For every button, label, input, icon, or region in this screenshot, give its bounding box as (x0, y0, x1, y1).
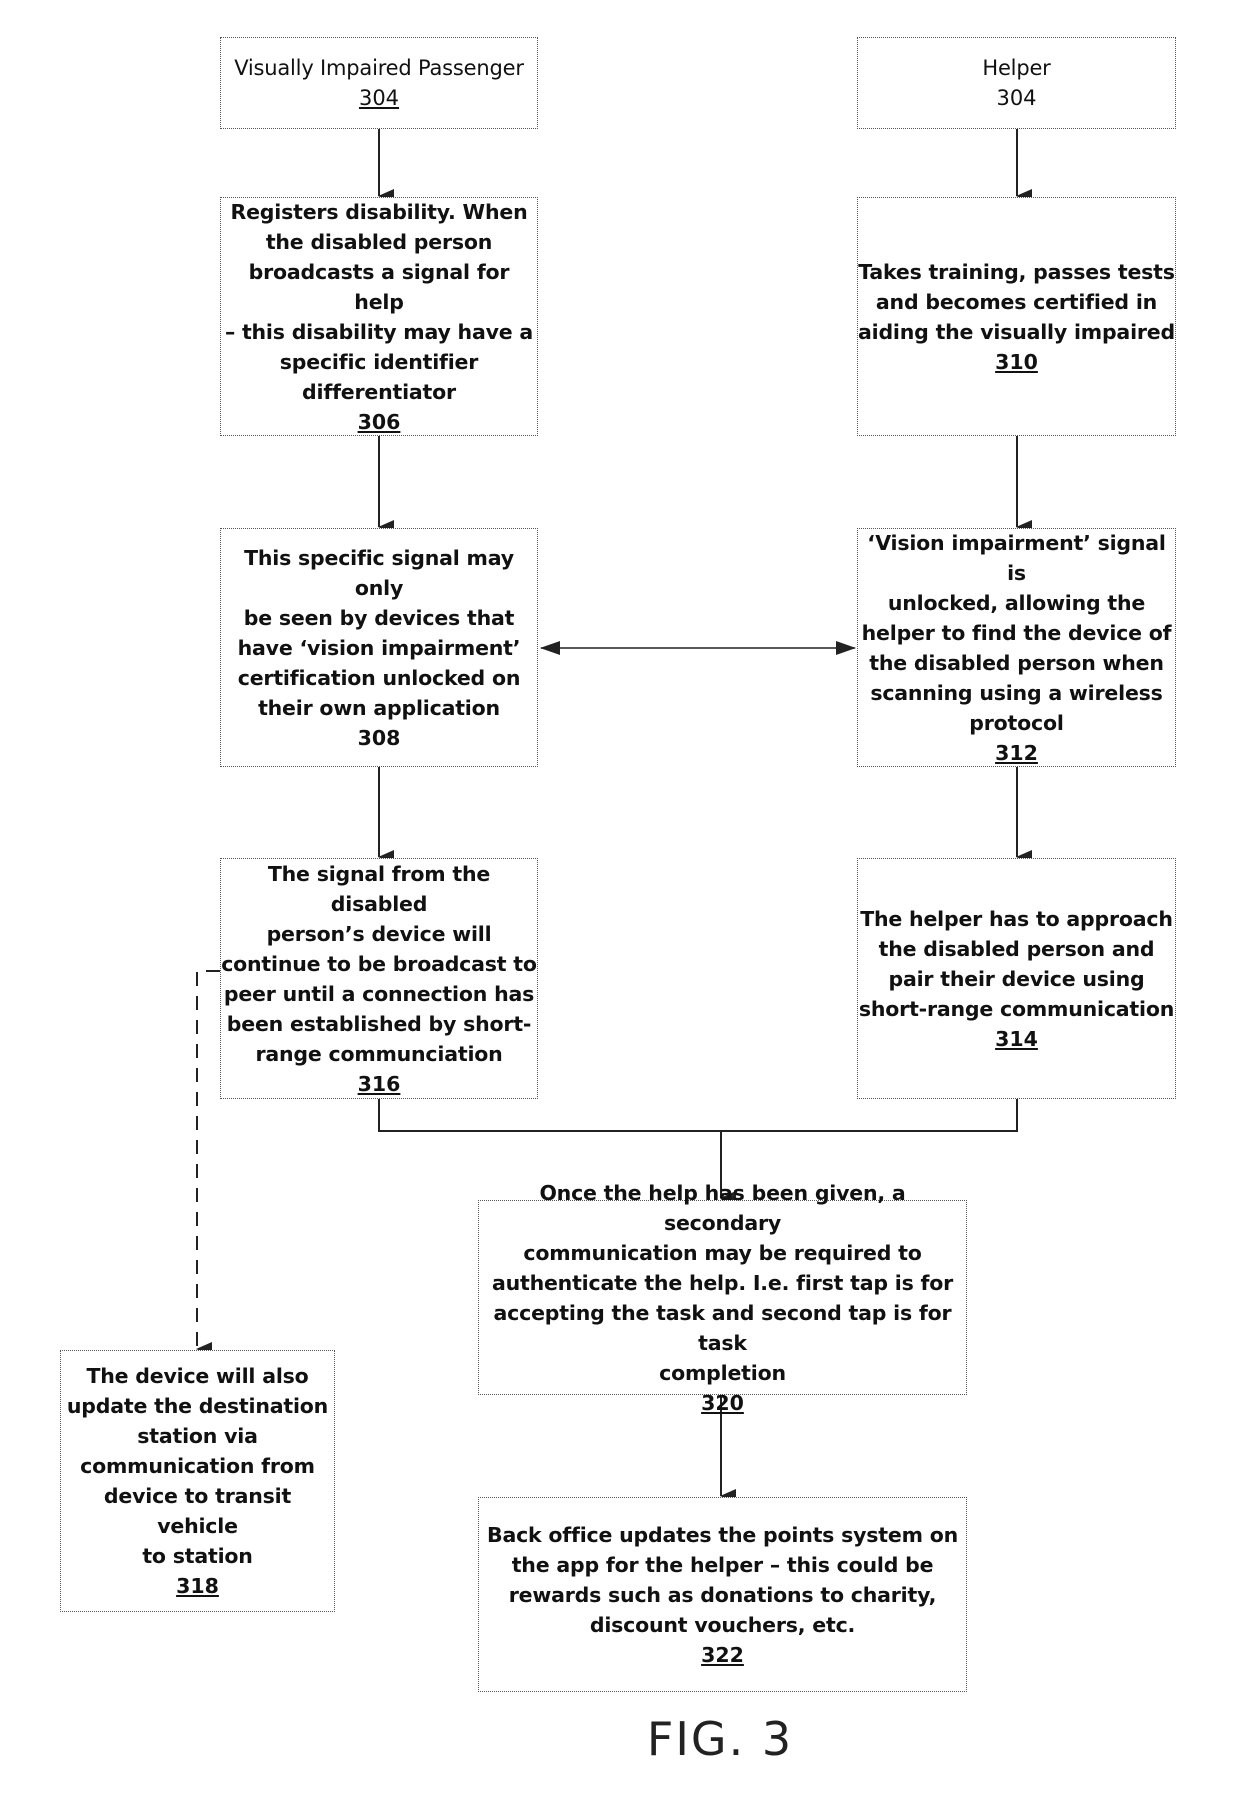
node-ref: 310 (995, 349, 1038, 374)
node-322-back-office: Back office updates the points system on… (478, 1497, 967, 1692)
node-label: ‘Vision impairment’ signal is unlocked, … (861, 530, 1172, 735)
node-visually-impaired-passenger: Visually Impaired Passenger 304 (220, 37, 538, 129)
node-ref: 306 (357, 409, 401, 434)
node-label: The signal from the disabled person’s de… (221, 861, 537, 1066)
node-label: Once the help has been given, a secondar… (491, 1180, 954, 1385)
node-312-signal-unlocked: ‘Vision impairment’ signal is unlocked, … (857, 528, 1176, 767)
node-310-takes-training: Takes training, passes tests and becomes… (857, 197, 1176, 436)
node-ref: 308 (357, 725, 401, 750)
node-ref: 304 (996, 86, 1037, 110)
node-ref: 316 (357, 1071, 401, 1096)
node-ref: 304 (358, 86, 400, 110)
node-314-helper-approach: The helper has to approach the disabled … (857, 858, 1176, 1099)
edge-merge-316-314 (378, 1099, 1018, 1132)
node-label: The helper has to approach the disabled … (858, 906, 1175, 1021)
node-label: Back office updates the points system on… (487, 1522, 958, 1637)
node-316-signal-broadcast: The signal from the disabled person’s de… (220, 858, 538, 1099)
node-ref: 320 (701, 1390, 744, 1415)
node-label: Registers disability. When the disabled … (224, 199, 534, 404)
node-308-specific-signal: This specific signal may only be seen by… (220, 528, 538, 767)
node-ref: 322 (701, 1642, 744, 1667)
edge-316-to-318-dashed (196, 970, 220, 1356)
node-label: Takes training, passes tests and becomes… (858, 259, 1175, 344)
node-ref: 318 (176, 1574, 219, 1598)
figure-label: FIG. 3 (646, 1712, 794, 1766)
node-label: This specific signal may only be seen by… (237, 545, 521, 720)
node-ref: 312 (995, 740, 1038, 765)
node-label: Helper (982, 56, 1051, 80)
node-306-registers-disability: Registers disability. When the disabled … (220, 197, 538, 436)
node-318-update-destination: The device will also update the destinat… (60, 1350, 335, 1612)
node-ref: 314 (995, 1026, 1038, 1051)
node-label: The device will also update the destinat… (66, 1364, 329, 1568)
node-label: Visually Impaired Passenger (234, 56, 524, 80)
node-320-secondary-communication: Once the help has been given, a secondar… (478, 1181, 967, 1415)
node-helper: Helper 304 (857, 37, 1176, 129)
